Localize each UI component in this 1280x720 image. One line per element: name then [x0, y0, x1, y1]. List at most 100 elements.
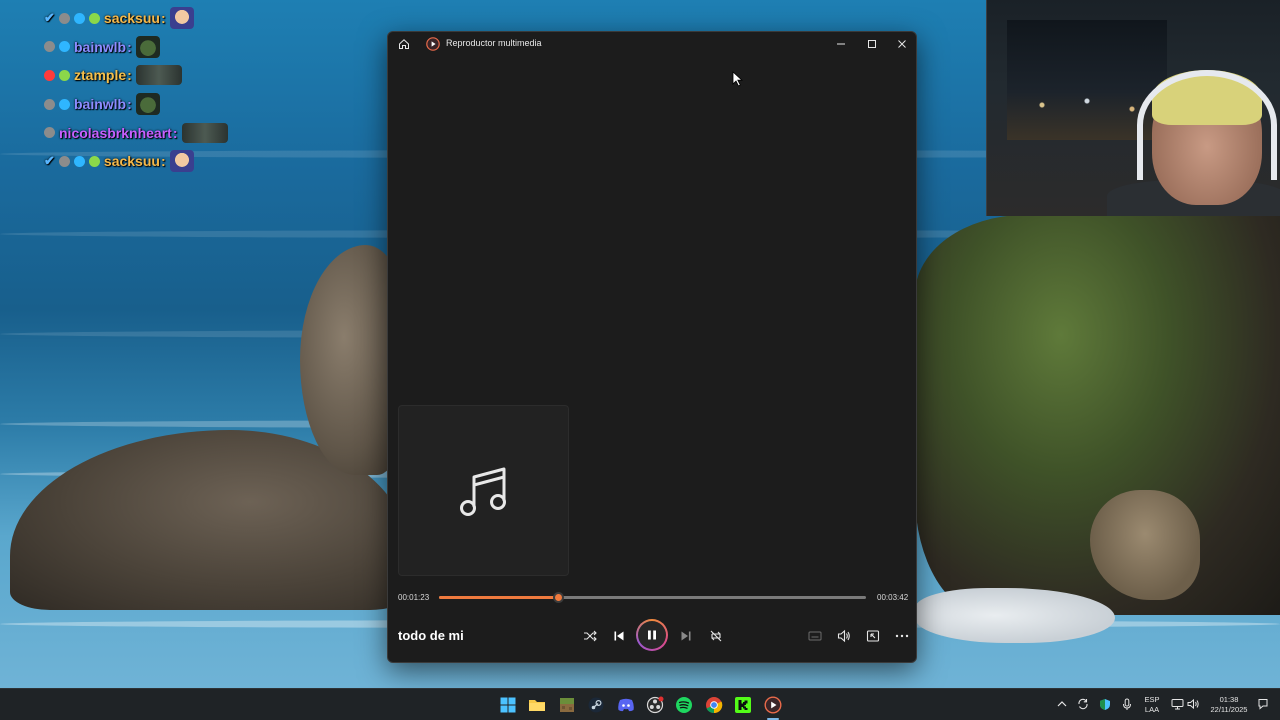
- blue-badge-icon: [73, 155, 85, 167]
- album-art: [398, 405, 569, 576]
- seek-bar[interactable]: [439, 592, 866, 603]
- taskbar: ESP LAA 01:38 22/11/2025: [0, 688, 1280, 720]
- close-icon: [898, 40, 906, 48]
- taskbar-kick[interactable]: [731, 693, 755, 717]
- volume-icon: [837, 629, 850, 643]
- tray-overflow-button[interactable]: [1055, 697, 1069, 711]
- home-icon: [399, 39, 409, 49]
- repeat-off-icon: [710, 630, 722, 642]
- chat-username: sacksuu: [103, 153, 160, 170]
- current-time: 00:01:23: [398, 593, 430, 602]
- frog-emote: [135, 93, 160, 116]
- close-button[interactable]: [887, 32, 916, 56]
- anime-face-emote: [169, 150, 194, 173]
- taskbar-obs[interactable]: [643, 693, 667, 717]
- language-code: ESP: [1144, 695, 1160, 704]
- chat-username: nicolasbrknheart: [59, 124, 172, 141]
- gray-badge-icon: [44, 98, 55, 110]
- blue-badge-icon: [73, 12, 85, 24]
- minimize-button[interactable]: [826, 32, 856, 56]
- taskbar-steam[interactable]: [584, 693, 608, 717]
- media-player-app-icon: [426, 37, 440, 51]
- chat-colon: :: [160, 10, 166, 27]
- next-button[interactable]: [674, 624, 698, 648]
- chrome-icon: [706, 697, 723, 714]
- chat-username: sacksuu: [103, 10, 160, 27]
- repeat-button[interactable]: [704, 624, 728, 648]
- pause-button[interactable]: [636, 619, 668, 651]
- blue-badge-icon: [59, 41, 70, 53]
- network-icon: [1171, 699, 1183, 710]
- shield-icon: [1100, 698, 1110, 710]
- volume-button[interactable]: [832, 624, 856, 648]
- media-player-icon: [764, 696, 782, 714]
- compact-overlay-button[interactable]: [861, 624, 885, 648]
- microphone-icon: [1123, 698, 1131, 710]
- minecraft-icon: [560, 698, 574, 712]
- sync-icon: [1078, 698, 1088, 710]
- chat-message: ztample:: [44, 61, 228, 90]
- chat-username: bainwlb: [74, 38, 127, 55]
- music-note-icon: [459, 467, 506, 516]
- green-badge-icon: [59, 69, 70, 81]
- taskbar-file-explorer[interactable]: [525, 693, 549, 717]
- pause-icon: [648, 630, 656, 640]
- shuffle-icon: [584, 630, 597, 642]
- media-player-window: Reproductor multimedia 00:01:23 00:03:42…: [387, 31, 917, 663]
- chat-colon: :: [127, 38, 132, 55]
- clock-date: 22/11/2025: [1210, 705, 1248, 714]
- previous-icon: [614, 631, 624, 641]
- maximize-button[interactable]: [857, 32, 887, 56]
- gray-badge-icon: [58, 12, 70, 24]
- tray-network[interactable]: [1170, 697, 1184, 711]
- shuffle-button[interactable]: [578, 624, 602, 648]
- seek-bar-thumb[interactable]: [553, 592, 565, 603]
- chat-message: bainwlb:: [44, 90, 228, 119]
- chat-message: ✔ sacksuu:: [44, 147, 228, 176]
- verified-badge-icon: ✔: [44, 153, 55, 169]
- green-badge-icon: [88, 155, 100, 167]
- chat-username: bainwlb: [74, 96, 127, 113]
- notification-icon: [1258, 699, 1268, 710]
- more-options-button[interactable]: [890, 624, 914, 648]
- maximize-icon: [868, 40, 876, 48]
- tray-defender[interactable]: [1098, 697, 1112, 711]
- taskbar-media-player[interactable]: [761, 693, 785, 717]
- wide-emote: [135, 65, 182, 86]
- kick-icon: [735, 697, 751, 713]
- green-badge-icon: [88, 12, 100, 24]
- speaker-icon: [1187, 698, 1199, 710]
- title-bar[interactable]: Reproductor multimedia: [388, 32, 916, 56]
- windows-logo-icon: [500, 697, 516, 713]
- tray-sync[interactable]: [1076, 697, 1090, 711]
- verified-badge-icon: ✔: [44, 10, 55, 26]
- clock[interactable]: 01:38 22/11/2025: [1204, 695, 1254, 715]
- obs-icon: [646, 696, 664, 714]
- taskbar-discord[interactable]: [614, 693, 638, 717]
- tray-volume[interactable]: [1186, 697, 1200, 711]
- gray-badge-icon: [44, 41, 55, 53]
- notifications-button[interactable]: [1256, 697, 1270, 711]
- pip-icon: [866, 630, 880, 642]
- wide-emote: [181, 122, 228, 143]
- chevron-up-icon: [1057, 701, 1067, 707]
- next-icon: [681, 631, 691, 641]
- input-language[interactable]: ESP LAA: [1140, 695, 1164, 715]
- frog-emote: [135, 35, 160, 58]
- taskbar-chrome[interactable]: [702, 693, 726, 717]
- miniplayer-button[interactable]: [803, 624, 827, 648]
- red-badge-icon: [44, 69, 55, 81]
- chat-overlay: ✔ sacksuu: bainwlb: ztample: bainwlb: nicolas…: [44, 4, 228, 176]
- headset: [1137, 70, 1277, 180]
- taskbar-minecraft[interactable]: [555, 693, 579, 717]
- previous-button[interactable]: [607, 624, 631, 648]
- start-button[interactable]: [496, 693, 520, 717]
- minimize-icon: [837, 43, 845, 45]
- tray-microphone[interactable]: [1120, 697, 1134, 711]
- steam-icon: [588, 697, 604, 713]
- track-title[interactable]: todo de mi: [398, 628, 464, 643]
- taskbar-spotify[interactable]: [672, 693, 696, 717]
- discord-icon: [618, 698, 634, 712]
- window-title: Reproductor multimedia: [446, 38, 542, 48]
- home-button[interactable]: [396, 36, 412, 52]
